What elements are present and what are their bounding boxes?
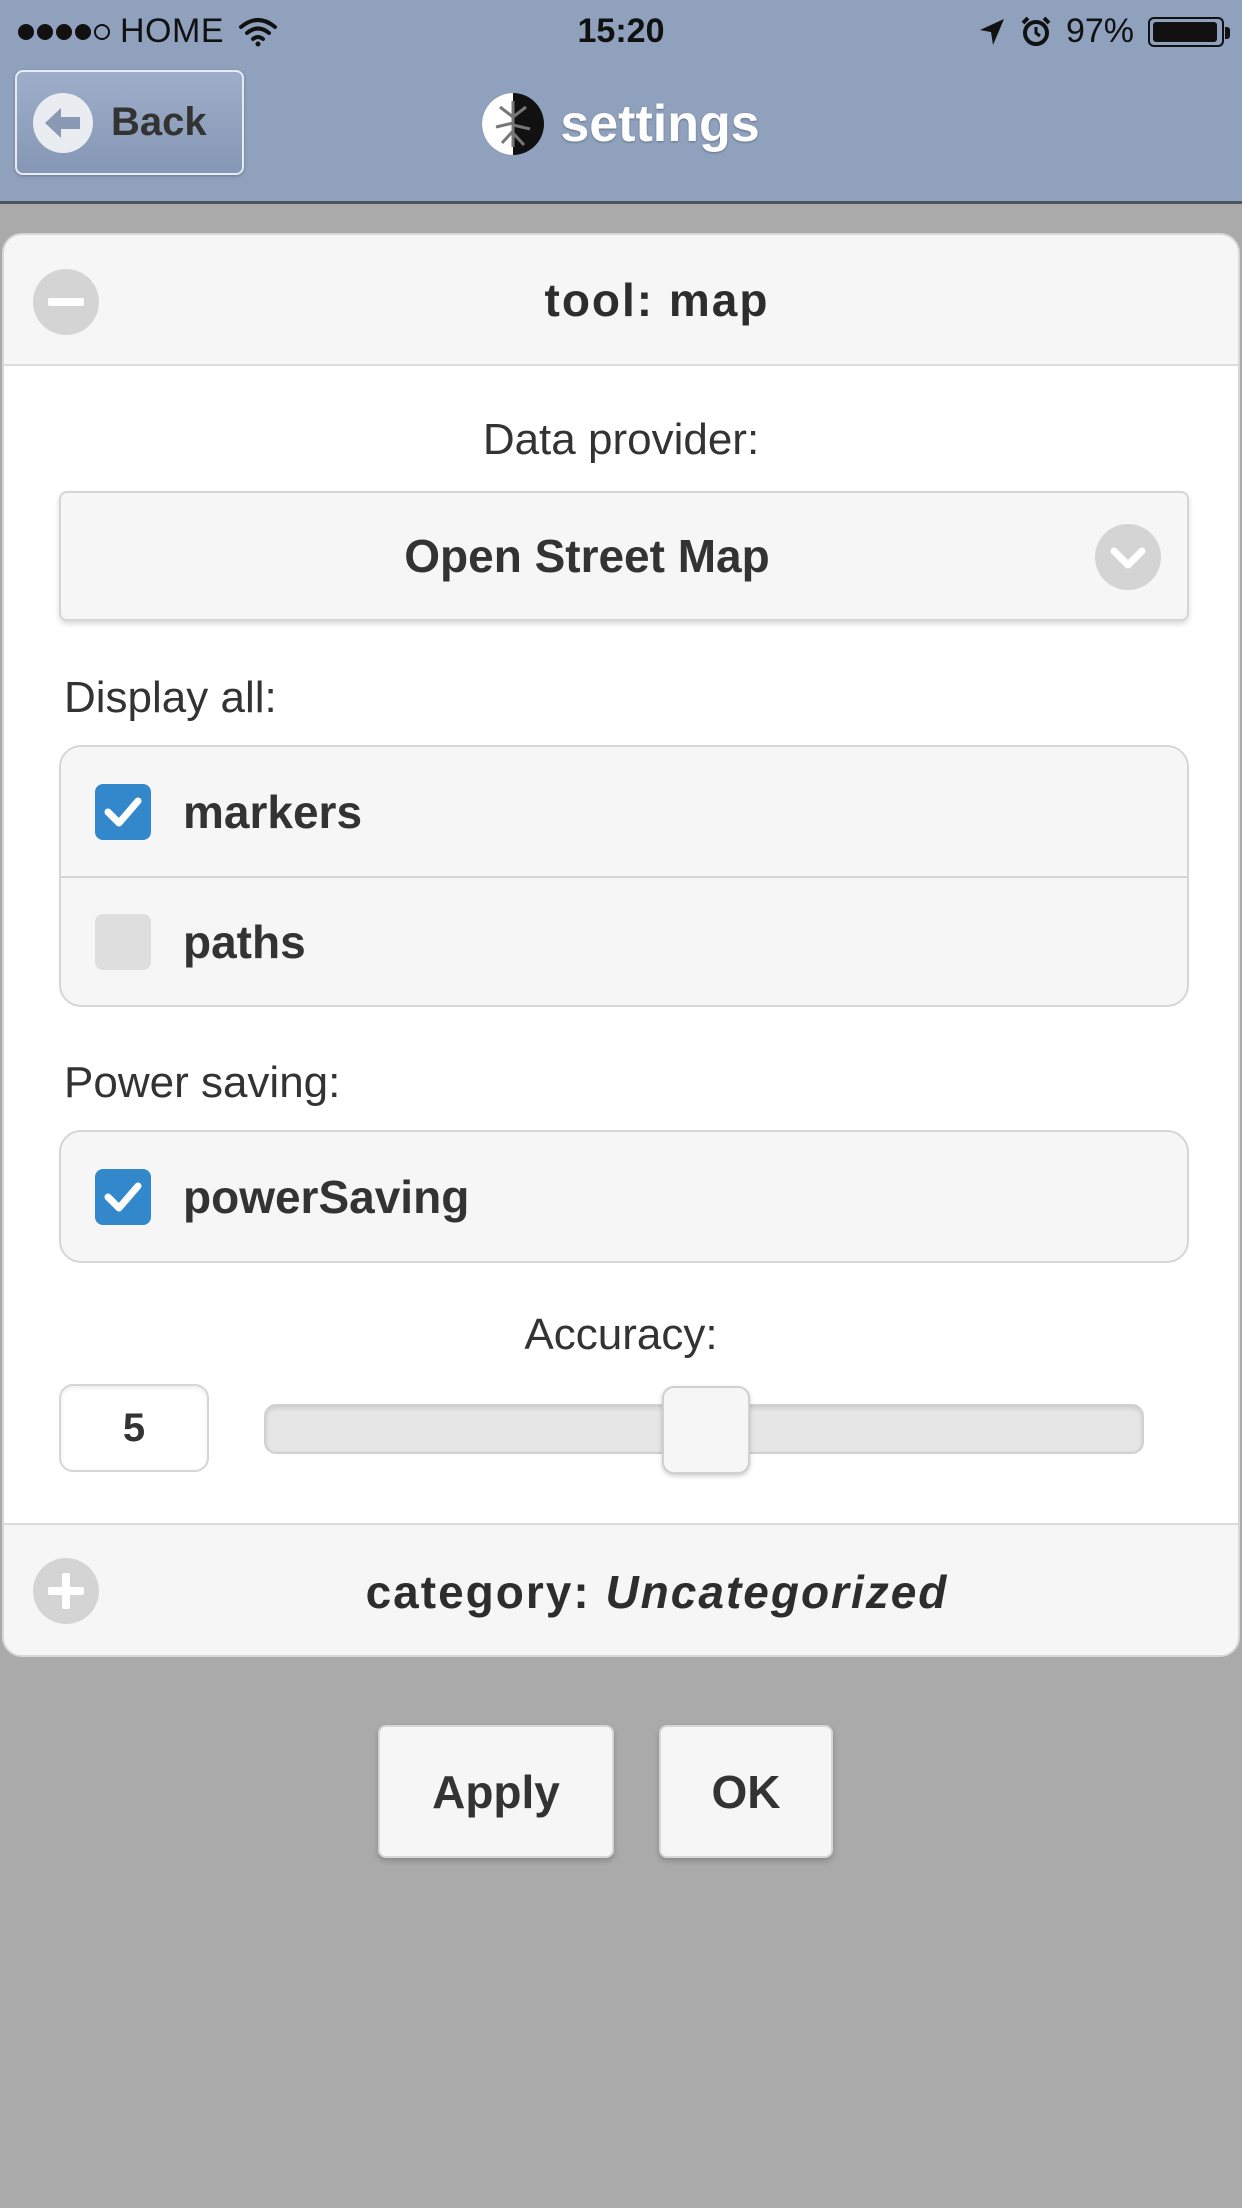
display-all-group: markers paths [59, 745, 1189, 1007]
app-logo-icon [482, 93, 545, 155]
data-provider-value: Open Street Map [404, 530, 770, 582]
markers-label: markers [183, 785, 363, 838]
checkbox-checked-icon[interactable] [95, 1168, 151, 1225]
data-provider-select[interactable]: Open Street Map [59, 491, 1189, 621]
category-value: Uncategorized [605, 1566, 949, 1618]
power-saving-option-label: powerSaving [183, 1170, 470, 1223]
apply-button[interactable]: Apply [378, 1725, 614, 1858]
checkbox-row-markers[interactable]: markers [61, 747, 1187, 876]
category-heading: category: Uncategorized [4, 1565, 1238, 1619]
settings-panel: tool: map Data provider: Open Street Map… [2, 233, 1240, 1657]
display-all-label: Display all: [64, 673, 277, 722]
tool-section-header[interactable]: tool: map [4, 235, 1238, 366]
top-bar: HOME 15:20 97% Back settings [0, 0, 1242, 204]
checkbox-row-power-saving[interactable]: powerSaving [61, 1132, 1187, 1261]
page-title: settings [560, 95, 760, 153]
accuracy-label: Accuracy: [524, 1310, 718, 1359]
data-provider-label: Data provider: [482, 415, 760, 464]
category-section-header[interactable]: category: Uncategorized [4, 1523, 1238, 1655]
category-prefix: category: [365, 1566, 591, 1618]
chevron-down-icon [1095, 524, 1161, 590]
status-bar: HOME 15:20 97% [0, 0, 1242, 62]
power-saving-label: Power saving: [64, 1058, 341, 1107]
alarm-icon [1021, 16, 1051, 46]
battery-percent: 97% [1065, 12, 1134, 50]
checkbox-row-paths[interactable]: paths [61, 876, 1187, 1005]
accuracy-input[interactable]: 5 [59, 1384, 209, 1472]
power-saving-group: powerSaving [59, 1130, 1189, 1263]
accuracy-slider[interactable] [264, 1386, 1144, 1474]
checkbox-unchecked-icon[interactable] [95, 913, 151, 970]
location-arrow-icon [979, 18, 1004, 45]
tool-heading: tool: map [544, 274, 770, 326]
checkbox-checked-icon[interactable] [95, 783, 151, 840]
battery-icon [1148, 16, 1230, 47]
slider-handle[interactable] [662, 1386, 750, 1474]
ok-button[interactable]: OK [659, 1725, 833, 1858]
page-header: settings [0, 92, 1242, 156]
paths-label: paths [183, 915, 306, 968]
